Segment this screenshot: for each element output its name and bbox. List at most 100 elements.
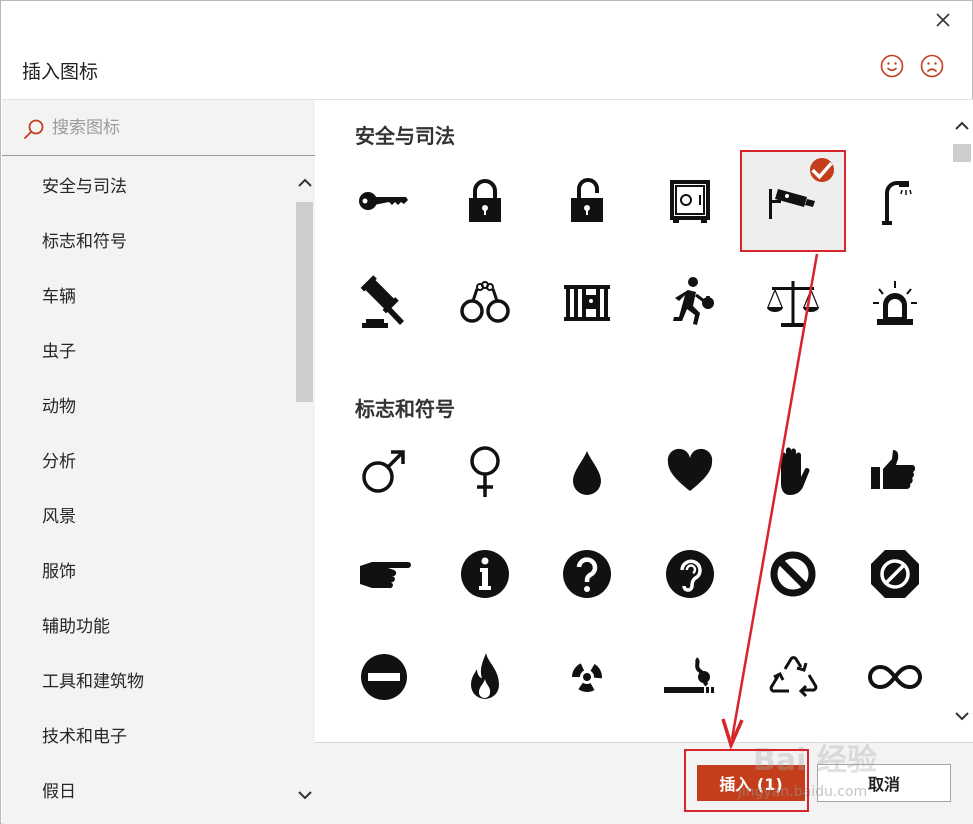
insert-icons-dialog: 插入图标 安全与司法 标志和符号 车辆 虫子 动物 分析 风景 服饰 辅助功能 xyxy=(0,0,973,824)
close-button[interactable] xyxy=(927,5,959,35)
jail-icon xyxy=(564,285,610,321)
category-item[interactable]: 风景 xyxy=(2,487,294,542)
scroll-down-button[interactable] xyxy=(951,706,973,726)
category-list: 安全与司法 标志和符号 车辆 虫子 动物 分析 风景 服饰 辅助功能 工具和建筑… xyxy=(2,157,294,817)
key-icon xyxy=(359,192,408,210)
category-item[interactable]: 分析 xyxy=(2,432,294,487)
heart-icon xyxy=(667,448,713,491)
close-icon xyxy=(936,13,950,27)
recycle-icon xyxy=(769,656,818,698)
icon-tile-handcuffs[interactable] xyxy=(432,252,538,354)
icon-tile-hand[interactable] xyxy=(740,420,846,522)
icon-tile-recycle[interactable] xyxy=(740,626,846,728)
search-icon xyxy=(24,119,44,139)
icon-tile-security-camera[interactable] xyxy=(740,150,846,252)
icon-tile-radioactive[interactable] xyxy=(534,626,640,728)
gavel-icon xyxy=(360,275,404,328)
scroll-down-button[interactable] xyxy=(295,786,315,804)
cancel-button[interactable]: 取消 xyxy=(817,764,951,802)
safe-icon xyxy=(670,180,710,223)
siren-icon xyxy=(873,281,917,325)
robber-icon xyxy=(673,277,714,325)
icon-tile-male[interactable] xyxy=(331,420,437,522)
prohibited-icon xyxy=(770,551,816,597)
category-item[interactable]: 辅助功能 xyxy=(2,597,294,652)
section-title: 安全与司法 xyxy=(355,124,455,148)
scrollbar-thumb[interactable] xyxy=(953,144,971,162)
icon-tile-do-not-enter[interactable] xyxy=(331,626,437,728)
information-icon xyxy=(461,550,509,598)
icon-tile-scales[interactable] xyxy=(740,252,846,354)
lock-icon xyxy=(469,179,501,222)
icon-tile-no-entry-octagon[interactable] xyxy=(842,523,948,625)
icon-tile-fire[interactable] xyxy=(432,626,538,728)
icon-tile-lock[interactable] xyxy=(432,150,538,252)
infinity-icon xyxy=(868,664,922,690)
icon-tile-key[interactable] xyxy=(331,150,437,252)
scales-of-justice-icon xyxy=(767,281,819,327)
icon-tile-heart[interactable] xyxy=(637,420,743,522)
category-item[interactable]: 假日 xyxy=(2,762,294,817)
gallery-scrollbar[interactable] xyxy=(951,116,973,728)
sidebar-scrollbar[interactable] xyxy=(295,174,315,814)
question-icon xyxy=(563,550,611,598)
icon-tile-prohibited[interactable] xyxy=(740,523,846,625)
category-item[interactable]: 工具和建筑物 xyxy=(2,652,294,707)
category-item[interactable]: 技术和电子 xyxy=(2,707,294,762)
search-box xyxy=(2,100,315,156)
scroll-up-button[interactable] xyxy=(295,174,315,192)
unlock-icon xyxy=(571,178,603,222)
icon-tile-siren[interactable] xyxy=(842,252,948,354)
no-entry-octagon-icon xyxy=(871,550,919,598)
scrollbar-thumb[interactable] xyxy=(296,202,313,402)
scroll-up-button[interactable] xyxy=(951,116,973,136)
hand-stop-icon xyxy=(781,447,810,495)
icon-tile-information[interactable] xyxy=(432,523,538,625)
icon-tile-street-light[interactable] xyxy=(842,150,948,252)
handcuffs-icon xyxy=(460,281,510,323)
icon-tile-drop[interactable] xyxy=(534,420,640,522)
icon-tile-question[interactable] xyxy=(534,523,640,625)
category-item[interactable]: 车辆 xyxy=(2,267,294,322)
chevron-down-icon xyxy=(955,712,969,721)
hearing-icon xyxy=(666,550,714,598)
selected-check-badge xyxy=(810,158,834,182)
category-item[interactable]: 安全与司法 xyxy=(2,157,294,212)
icon-tile-gavel[interactable] xyxy=(331,252,437,354)
icon-tile-safe[interactable] xyxy=(637,150,743,252)
category-item[interactable]: 动物 xyxy=(2,377,294,432)
pointing-hand-icon xyxy=(360,562,411,589)
smile-icon[interactable] xyxy=(879,53,905,79)
male-icon xyxy=(362,450,405,493)
checkmark-icon xyxy=(811,162,833,180)
fire-icon xyxy=(471,653,499,699)
thumbs-up-icon xyxy=(871,450,916,489)
search-input[interactable] xyxy=(52,112,292,144)
icon-tile-infinity[interactable] xyxy=(842,626,948,728)
chevron-down-icon xyxy=(298,791,312,800)
category-sidebar: 安全与司法 标志和符号 车辆 虫子 动物 分析 风景 服饰 辅助功能 工具和建筑… xyxy=(2,99,315,824)
street-light-icon xyxy=(882,181,912,225)
section-title: 标志和符号 xyxy=(355,397,455,421)
icon-tile-unlock[interactable] xyxy=(534,150,640,252)
category-item[interactable]: 虫子 xyxy=(2,322,294,377)
chevron-up-icon xyxy=(298,178,312,187)
icon-tile-robber[interactable] xyxy=(637,252,743,354)
icon-tile-pointing-hand[interactable] xyxy=(331,523,437,625)
category-item[interactable]: 标志和符号 xyxy=(2,212,294,267)
icon-tile-hearing[interactable] xyxy=(637,523,743,625)
icon-tile-smoking[interactable] xyxy=(637,626,743,728)
smoking-icon xyxy=(664,657,714,693)
icon-tile-female[interactable] xyxy=(432,420,538,522)
icon-tile-thumbs-up[interactable] xyxy=(842,420,948,522)
icon-gallery: 安全与司法 标志和符号 xyxy=(315,99,973,742)
drop-icon xyxy=(573,451,601,495)
dialog-title: 插入图标 xyxy=(22,61,99,83)
category-item[interactable]: 服饰 xyxy=(2,542,294,597)
frown-icon[interactable] xyxy=(919,53,945,79)
do-not-enter-icon xyxy=(361,654,407,700)
female-icon xyxy=(470,446,500,497)
icon-tile-jail[interactable] xyxy=(534,252,640,354)
chevron-up-icon xyxy=(955,121,969,130)
insert-button[interactable]: 插入 (1) xyxy=(697,765,805,801)
